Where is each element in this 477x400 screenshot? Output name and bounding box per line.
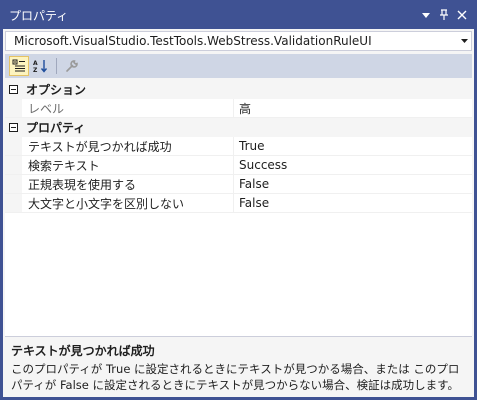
wrench-icon xyxy=(66,60,78,72)
close-icon[interactable] xyxy=(454,7,470,23)
property-row-use-regex[interactable]: 正規表現を使用する False xyxy=(5,175,472,194)
row-indent xyxy=(5,156,22,174)
property-row-level[interactable]: レベル 高 xyxy=(5,99,472,118)
collapse-icon[interactable] xyxy=(5,85,22,94)
property-value[interactable]: Success xyxy=(234,156,287,174)
toolbar-separator xyxy=(56,58,57,74)
svg-text:A: A xyxy=(33,60,38,67)
alphabetical-icon: A Z xyxy=(33,60,48,73)
property-row-ignore-case[interactable]: 大文字と小文字を区別しない False xyxy=(5,194,472,213)
property-name: レベル xyxy=(22,99,234,117)
description-title: テキストが見つかれば成功 xyxy=(11,344,155,358)
title-bar[interactable]: プロパティ xyxy=(3,1,474,29)
dropdown-arrow-icon[interactable] xyxy=(457,39,471,43)
pin-icon[interactable] xyxy=(436,7,452,23)
description-pane: テキストが見つかれば成功 このプロパティが True に設定されるときにテキスト… xyxy=(5,336,472,395)
categorized-button[interactable] xyxy=(9,56,29,76)
property-name: テキストが見つかれば成功 xyxy=(22,137,234,155)
property-name: 検索テキスト xyxy=(22,156,234,174)
properties-window: プロパティ Microsoft.VisualStudio.TestTools.W… xyxy=(2,0,475,398)
property-value[interactable]: False xyxy=(234,194,269,212)
property-row-find-text[interactable]: 検索テキスト Success xyxy=(5,156,472,175)
property-value[interactable]: True xyxy=(234,137,265,155)
property-row-pass-if-found[interactable]: テキストが見つかれば成功 True xyxy=(5,137,472,156)
category-label: プロパティ xyxy=(26,121,86,135)
object-selector-dropdown[interactable]: Microsoft.VisualStudio.TestTools.WebStre… xyxy=(5,31,472,51)
categorized-icon xyxy=(12,59,25,72)
alphabetical-button[interactable]: A Z xyxy=(31,56,51,76)
window-menu-dropdown-icon[interactable] xyxy=(418,7,434,23)
collapse-icon[interactable] xyxy=(5,123,22,132)
property-value[interactable]: False xyxy=(234,175,269,193)
row-indent xyxy=(5,137,22,155)
category-options[interactable]: オプション xyxy=(5,80,472,99)
row-indent xyxy=(5,175,22,193)
category-label: オプション xyxy=(26,83,87,97)
category-properties[interactable]: プロパティ xyxy=(5,118,472,137)
description-text: このプロパティが True に設定されるときにテキストが見つかる場合、または こ… xyxy=(11,362,460,392)
row-indent xyxy=(5,194,22,212)
property-name: 大文字と小文字を区別しない xyxy=(22,194,234,212)
object-selector-value: Microsoft.VisualStudio.TestTools.WebStre… xyxy=(14,34,372,48)
window-title: プロパティ xyxy=(9,8,69,23)
properties-toolbar: A Z xyxy=(5,54,472,78)
property-name: 正規表現を使用する xyxy=(22,175,234,193)
property-grid: オプション レベル 高 プロパティ テキストが見つかれば成功 True 検索テキ… xyxy=(5,80,472,336)
svg-text:Z: Z xyxy=(33,67,38,73)
property-pages-button[interactable] xyxy=(62,56,82,76)
row-indent xyxy=(5,99,22,117)
property-value[interactable]: 高 xyxy=(234,99,251,117)
